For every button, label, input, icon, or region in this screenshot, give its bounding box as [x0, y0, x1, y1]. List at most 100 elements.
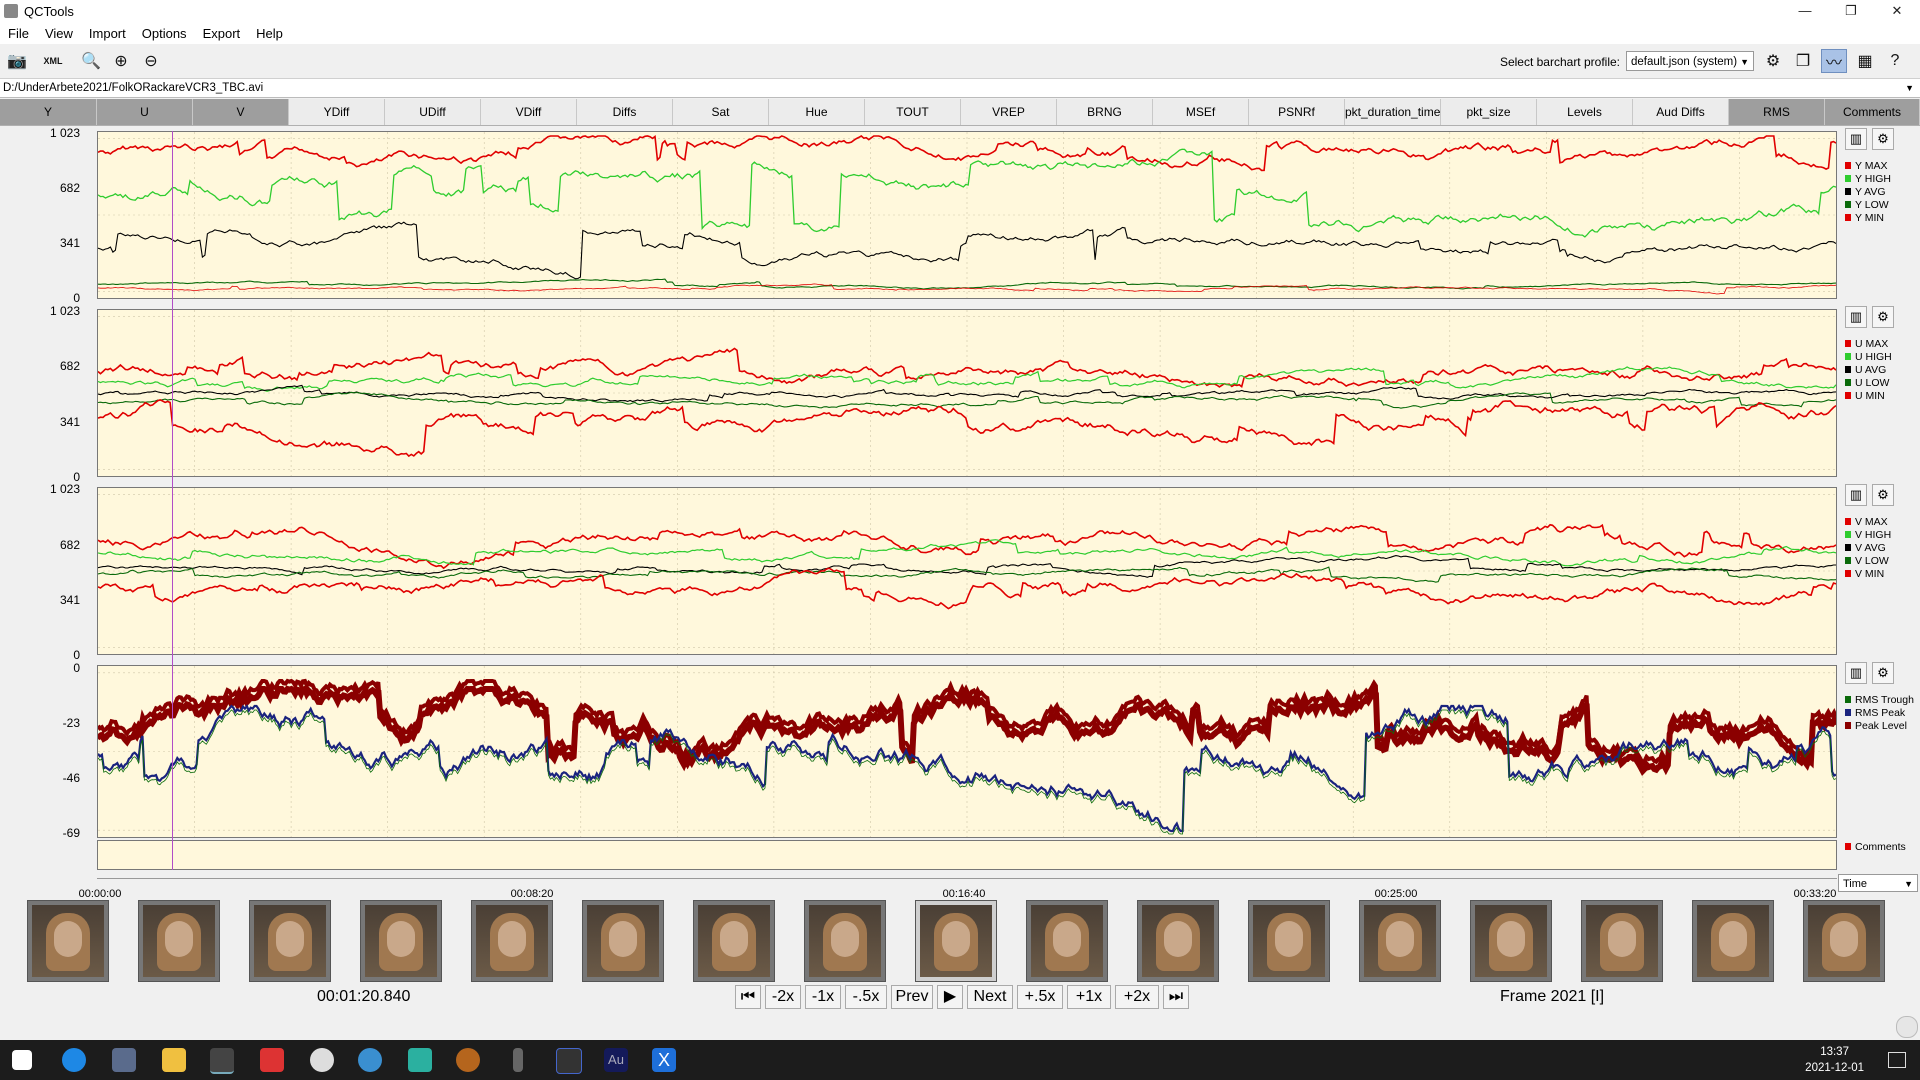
audition-icon[interactable]: Au [604, 1048, 628, 1072]
tab-y[interactable]: Y [0, 99, 97, 125]
zoom-out-icon[interactable]: ⊖ [138, 49, 164, 73]
app-icon[interactable]: X [652, 1048, 676, 1072]
frame-thumbnail[interactable] [915, 900, 997, 982]
frame-thumbnail[interactable] [1026, 900, 1108, 982]
audio-waveform-icon[interactable]: 〰 [1821, 49, 1847, 73]
frame-thumbnail[interactable] [360, 900, 442, 982]
speed-plus-1x-button[interactable]: +1x [1067, 985, 1111, 1009]
tab-pkt-duration-time[interactable]: pkt_duration_time [1345, 99, 1441, 125]
gear-icon[interactable]: ⚙ [1872, 306, 1894, 328]
profile-select[interactable]: default.json (system) ▼ [1626, 51, 1754, 71]
speed-minus-half-button[interactable]: -.5x [845, 985, 887, 1009]
prev-frame-button[interactable]: Prev [891, 985, 933, 1009]
bar-chart-icon[interactable]: ▥ [1845, 484, 1867, 506]
davinci-icon[interactable] [358, 1048, 382, 1072]
go-to-end-icon[interactable]: ⏭ [1163, 985, 1189, 1009]
tab-udiff[interactable]: UDiff [385, 99, 481, 125]
help-icon[interactable]: ? [1882, 49, 1908, 73]
frame-thumbnail[interactable] [1803, 900, 1885, 982]
calculator-icon[interactable] [112, 1048, 136, 1072]
frame-thumbnail[interactable] [1359, 900, 1441, 982]
next-frame-button[interactable]: Next [967, 985, 1013, 1009]
minimize-button[interactable]: — [1782, 0, 1828, 22]
file-path-bar[interactable]: D:/UnderArbete2021/FolkORackareVCR3_TBC.… [0, 79, 1920, 98]
microphone-icon[interactable] [513, 1048, 523, 1072]
xml-export-icon[interactable]: XML [40, 49, 66, 73]
playhead-cursor[interactable] [172, 131, 173, 870]
v-plot[interactable] [97, 487, 1837, 655]
tab-comments[interactable]: Comments [1825, 99, 1920, 125]
bar-chart-icon[interactable]: ▥ [1845, 128, 1867, 150]
tab-vrep[interactable]: VREP [961, 99, 1057, 125]
y-plot[interactable] [97, 131, 1837, 299]
bar-chart-icon[interactable]: ▥ [1845, 662, 1867, 684]
frame-thumbnail[interactable] [582, 900, 664, 982]
menu-file[interactable]: File [0, 26, 37, 41]
rms-plot[interactable] [97, 665, 1837, 838]
tab-tout[interactable]: TOUT [865, 99, 961, 125]
camera-icon[interactable]: 📷 [4, 49, 30, 73]
frame-thumbnail[interactable] [693, 900, 775, 982]
menu-import[interactable]: Import [81, 26, 134, 41]
app-icon[interactable] [260, 1048, 284, 1072]
frame-thumbnail[interactable] [1248, 900, 1330, 982]
frame-thumbnail[interactable] [1470, 900, 1552, 982]
play-icon[interactable]: ▶ [937, 985, 963, 1009]
resize-grip[interactable] [1896, 1016, 1918, 1038]
file-explorer-icon[interactable] [162, 1048, 186, 1072]
tab-sat[interactable]: Sat [673, 99, 769, 125]
tab-pkt-size[interactable]: pkt_size [1441, 99, 1537, 125]
audio-icon[interactable] [556, 1048, 582, 1074]
frame-thumbnail[interactable] [249, 900, 331, 982]
restore-button[interactable]: ❐ [1828, 0, 1874, 22]
go-to-start-icon[interactable]: ⏮ [735, 985, 761, 1009]
tab-ydiff[interactable]: YDiff [289, 99, 385, 125]
tab-levels[interactable]: Levels [1537, 99, 1633, 125]
tab-brng[interactable]: BRNG [1057, 99, 1153, 125]
tab-u[interactable]: U [97, 99, 193, 125]
player-icon[interactable]: ▦ [1852, 49, 1878, 73]
frame-thumbnail[interactable] [471, 900, 553, 982]
menu-view[interactable]: View [37, 26, 81, 41]
zoom-in-icon[interactable]: ⊕ [108, 49, 134, 73]
u-plot[interactable] [97, 309, 1837, 477]
app-icon[interactable] [456, 1048, 480, 1072]
qctools-icon[interactable] [210, 1048, 234, 1074]
speed-plus-2x-button[interactable]: +2x [1115, 985, 1159, 1009]
windows-icon[interactable]: ❐ [1790, 49, 1816, 73]
speed-plus-half-button[interactable]: +.5x [1017, 985, 1063, 1009]
gear-icon[interactable]: ⚙ [1872, 484, 1894, 506]
tab-v[interactable]: V [193, 99, 289, 125]
tab-diffs[interactable]: Diffs [577, 99, 673, 125]
windows-start-icon[interactable] [12, 1050, 32, 1070]
menu-export[interactable]: Export [195, 26, 249, 41]
gear-icon[interactable]: ⚙ [1872, 662, 1894, 684]
time-mode-select[interactable]: Time ▼ [1838, 874, 1918, 892]
system-clock[interactable]: 13:37 2021-12-01 [1805, 1044, 1864, 1076]
edge-icon[interactable] [62, 1048, 86, 1072]
media-icon[interactable] [408, 1048, 432, 1072]
tab-msef[interactable]: MSEf [1153, 99, 1249, 125]
tab-hue[interactable]: Hue [769, 99, 865, 125]
speed-minus-2x-button[interactable]: -2x [765, 985, 801, 1009]
gear-icon[interactable]: ⚙ [1872, 128, 1894, 150]
tab-vdiff[interactable]: VDiff [481, 99, 577, 125]
menu-help[interactable]: Help [248, 26, 291, 41]
tab-psnrf[interactable]: PSNRf [1249, 99, 1345, 125]
frame-thumbnail[interactable] [1137, 900, 1219, 982]
frame-thumbnail[interactable] [804, 900, 886, 982]
menu-options[interactable]: Options [134, 26, 195, 41]
frame-thumbnail[interactable] [138, 900, 220, 982]
close-button[interactable]: ✕ [1874, 0, 1920, 22]
frame-thumbnail[interactable] [1692, 900, 1774, 982]
comments-plot[interactable] [97, 840, 1837, 870]
tab-aud-diffs[interactable]: Aud Diffs [1633, 99, 1729, 125]
notification-icon[interactable] [1888, 1052, 1906, 1068]
frame-thumbnail[interactable] [27, 900, 109, 982]
frame-thumbnail[interactable] [1581, 900, 1663, 982]
bar-chart-icon[interactable]: ▥ [1845, 306, 1867, 328]
speed-minus-1x-button[interactable]: -1x [805, 985, 841, 1009]
app-icon[interactable] [310, 1048, 334, 1072]
gear-icon[interactable]: ⚙ [1760, 49, 1786, 73]
zoom-fit-icon[interactable]: 🔍 [78, 49, 104, 73]
